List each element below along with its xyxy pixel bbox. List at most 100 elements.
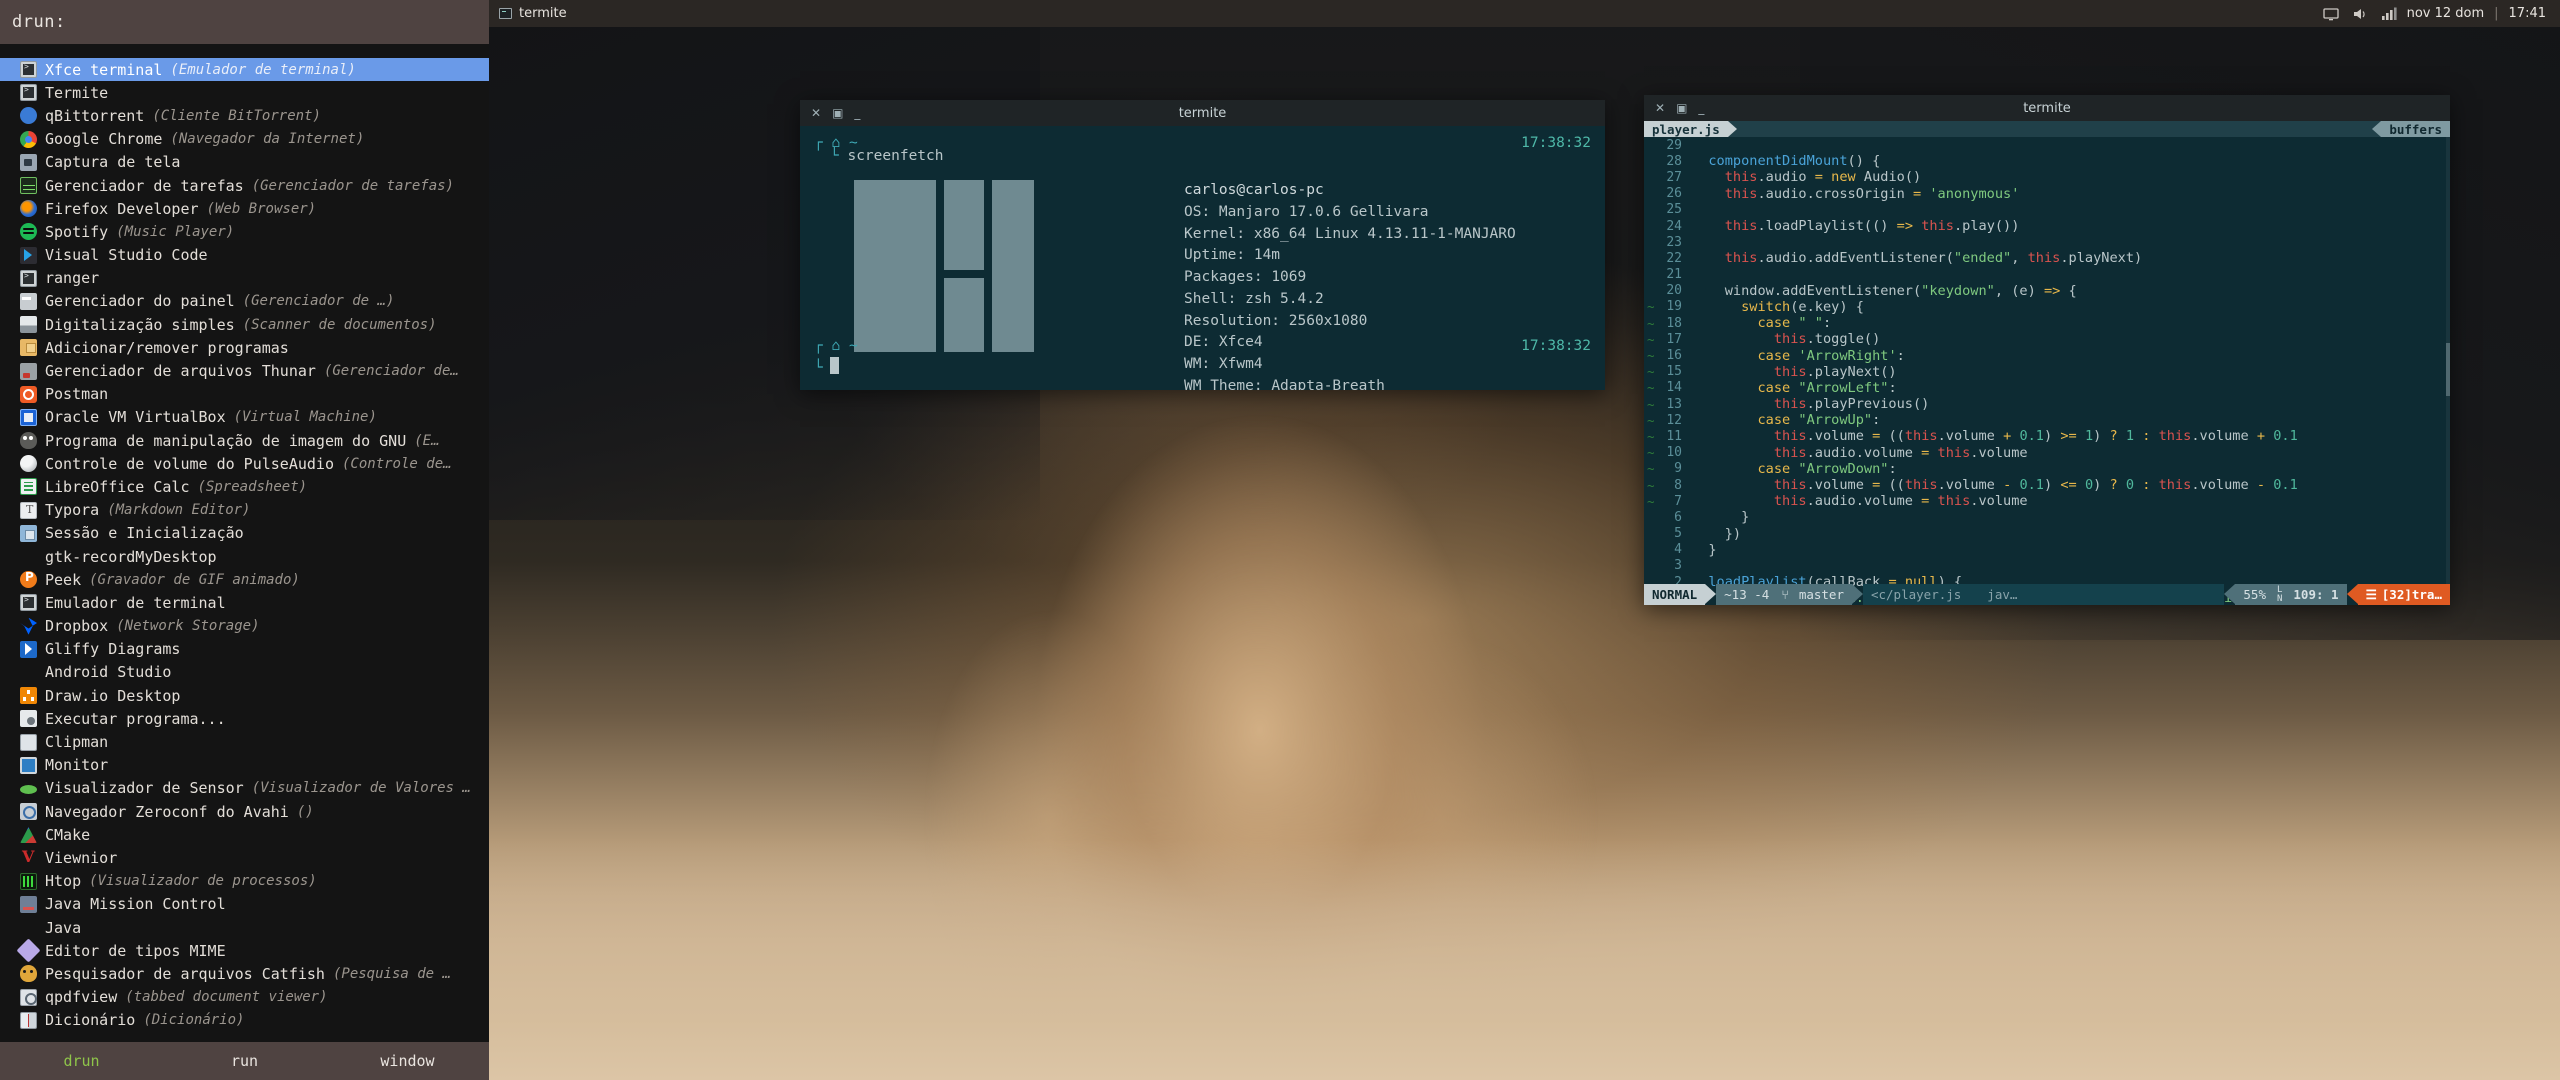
code-line[interactable]: ~11 this.volume = ((this.volume + 0.1) >… bbox=[1644, 428, 2450, 444]
volume-icon[interactable] bbox=[2352, 6, 2368, 22]
rofi-result-list[interactable]: Xfce terminal (Emulador de terminal) Termi… bbox=[0, 44, 489, 1042]
code-line[interactable]: ~13 this.playPrevious() bbox=[1644, 396, 2450, 412]
code-line[interactable]: 29 bbox=[1644, 137, 2450, 153]
minimize-icon[interactable]: _ bbox=[1698, 102, 1704, 114]
rofi-item[interactable]: Programa de manipulação de imagem do GNU… bbox=[0, 429, 489, 452]
code-line[interactable]: ~18 case " ": bbox=[1644, 315, 2450, 331]
rofi-item[interactable]: Draw.io Desktop bbox=[0, 684, 489, 707]
code-line[interactable]: 3 bbox=[1644, 558, 2450, 574]
code-line[interactable]: 27 this.audio = new Audio() bbox=[1644, 169, 2450, 185]
rofi-item[interactable]: Controle de volume do PulseAudio (Control… bbox=[0, 452, 489, 475]
rofi-item[interactable]: Gliffy Diagrams bbox=[0, 638, 489, 661]
code-line[interactable]: 24 this.loadPlaylist(() => this.play()) bbox=[1644, 218, 2450, 234]
rofi-item[interactable]: Termite bbox=[0, 81, 489, 104]
code-line[interactable]: ~14 case "ArrowLeft": bbox=[1644, 380, 2450, 396]
rofi-item[interactable]: CMake bbox=[0, 823, 489, 846]
buffers-label[interactable]: buffers bbox=[2381, 121, 2450, 137]
maximize-icon[interactable]: ▣ bbox=[1676, 102, 1687, 114]
rofi-item[interactable]: Gerenciador do painel (Gerenciador de …) bbox=[0, 290, 489, 313]
display-icon[interactable] bbox=[2322, 6, 2339, 22]
window-controls[interactable]: ✕ ▣ _ bbox=[800, 107, 860, 119]
rofi-item[interactable]: Peek (Gravador de GIF animado) bbox=[0, 568, 489, 591]
rofi-item[interactable]: Gerenciador de arquivos Thunar (Gerenciad… bbox=[0, 359, 489, 382]
termite-neovim-window[interactable]: ✕ ▣ _ termite player.js buffers 29 28 com… bbox=[1644, 95, 2450, 605]
rofi-item[interactable]: Viewnior bbox=[0, 846, 489, 869]
rofi-item[interactable]: Typora (Markdown Editor) bbox=[0, 499, 489, 522]
rofi-item[interactable]: Sessão e Inicialização bbox=[0, 522, 489, 545]
code-line[interactable]: ~12 case "ArrowUp": bbox=[1644, 412, 2450, 428]
rofi-item[interactable]: Dicionário (Dicionário) bbox=[0, 1009, 489, 1032]
rofi-item[interactable]: Monitor bbox=[0, 754, 489, 777]
code-line[interactable]: ~9 case "ArrowDown": bbox=[1644, 461, 2450, 477]
editor-scrollbar[interactable] bbox=[2446, 137, 2450, 584]
rofi-item[interactable]: Android Studio bbox=[0, 661, 489, 684]
code-area[interactable]: 29 28 componentDidMount() {27 this.audio … bbox=[1644, 137, 2450, 605]
rofi-item[interactable]: Executar programa... bbox=[0, 707, 489, 730]
taskbar-item-termite[interactable]: termite bbox=[489, 0, 577, 27]
close-icon[interactable]: ✕ bbox=[1655, 102, 1665, 114]
code-line[interactable]: ~7 this.audio.volume = this.volume bbox=[1644, 493, 2450, 509]
panel-clock[interactable]: nov 12 dom | 17:41 bbox=[2407, 6, 2560, 21]
window-titlebar[interactable]: ✕ ▣ _ termite bbox=[1644, 95, 2450, 121]
rofi-item-description: (Cliente BitTorrent) bbox=[152, 107, 321, 124]
code-line[interactable]: 25 bbox=[1644, 202, 2450, 218]
rofi-item[interactable]: Digitalização simples (Scanner de documen… bbox=[0, 313, 489, 336]
rofi-item[interactable]: Visual Studio Code bbox=[0, 244, 489, 267]
network-icon[interactable] bbox=[2381, 6, 2397, 22]
terminal-content[interactable]: ┌ ⌂ ~ 17:38:32 └ screenfetch carlos@carl… bbox=[800, 126, 1605, 390]
code-line[interactable]: 4 } bbox=[1644, 542, 2450, 558]
rofi-search-input[interactable]: drun: bbox=[0, 0, 489, 44]
rofi-mode-window[interactable]: window bbox=[326, 1052, 489, 1070]
termite-screenfetch-window[interactable]: ✕ ▣ _ termite ┌ ⌂ ~ 17:38:32 └ screenfet… bbox=[800, 100, 1605, 390]
rofi-item[interactable]: Captura de tela bbox=[0, 151, 489, 174]
rofi-item[interactable]: Firefox Developer (Web Browser) bbox=[0, 197, 489, 220]
rofi-item[interactable]: Xfce terminal (Emulador de terminal) bbox=[0, 58, 489, 82]
tab-player-js[interactable]: player.js bbox=[1644, 121, 1728, 137]
rofi-item[interactable]: Navegador Zeroconf do Avahi () bbox=[0, 800, 489, 823]
rofi-item[interactable]: qpdfview (tabbed document viewer) bbox=[0, 986, 489, 1009]
code-line[interactable]: 6 } bbox=[1644, 509, 2450, 525]
editor-content[interactable]: player.js buffers 29 28 componentDidMount… bbox=[1644, 121, 2450, 605]
code-line[interactable]: ~19 switch(e.key) { bbox=[1644, 299, 2450, 315]
rofi-item[interactable]: Editor de tipos MIME bbox=[0, 938, 489, 963]
minimize-icon[interactable]: _ bbox=[854, 107, 860, 119]
rofi-item[interactable]: gtk-recordMyDesktop bbox=[0, 545, 489, 568]
rofi-item[interactable]: Pesquisador de arquivos Catfish (Pesquisa… bbox=[0, 962, 489, 985]
rofi-item[interactable]: ranger bbox=[0, 267, 489, 290]
rofi-mode-run[interactable]: run bbox=[163, 1052, 326, 1070]
window-titlebar[interactable]: ✕ ▣ _ termite bbox=[800, 100, 1605, 126]
rofi-item[interactable]: qBittorrent (Cliente BitTorrent) bbox=[0, 104, 489, 127]
code-line[interactable]: ~8 this.volume = ((this.volume - 0.1) <=… bbox=[1644, 477, 2450, 493]
rofi-item[interactable]: Htop (Visualizador de processos) bbox=[0, 870, 489, 893]
code-line[interactable]: 20 window.addEventListener("keydown", (e… bbox=[1644, 283, 2450, 299]
rofi-item[interactable]: Gerenciador de tarefas (Gerenciador de ta… bbox=[0, 174, 489, 197]
code-line[interactable]: 22 this.audio.addEventListener("ended", … bbox=[1644, 250, 2450, 266]
code-line[interactable]: ~17 this.toggle() bbox=[1644, 331, 2450, 347]
maximize-icon[interactable]: ▣ bbox=[832, 107, 843, 119]
code-line[interactable]: ~15 this.playNext() bbox=[1644, 364, 2450, 380]
rofi-item[interactable]: LibreOffice Calc (Spreadsheet) bbox=[0, 475, 489, 498]
close-icon[interactable]: ✕ bbox=[811, 107, 821, 119]
rofi-item[interactable]: Postman bbox=[0, 383, 489, 406]
code-line[interactable]: 5 }) bbox=[1644, 526, 2450, 542]
rofi-mode-drun[interactable]: drun bbox=[0, 1052, 163, 1070]
code-line[interactable]: ~16 case 'ArrowRight': bbox=[1644, 347, 2450, 364]
rofi-item[interactable]: Java Mission Control bbox=[0, 893, 489, 916]
code-line[interactable]: 28 componentDidMount() { bbox=[1644, 153, 2450, 169]
code-line[interactable]: 23 bbox=[1644, 234, 2450, 250]
rofi-item[interactable]: Adicionar/remover programas bbox=[0, 336, 489, 359]
rofi-item[interactable]: Java bbox=[0, 916, 489, 939]
code-line[interactable]: 26 this.audio.crossOrigin = 'anonymous' bbox=[1644, 186, 2450, 202]
rofi-item[interactable]: Oracle VM VirtualBox (Virtual Machine) bbox=[0, 406, 489, 429]
editor-tabline[interactable]: player.js buffers bbox=[1644, 121, 2450, 137]
rofi-item[interactable]: Emulador de terminal bbox=[0, 591, 489, 614]
code-line[interactable]: ~10 this.audio.volume = this.volume bbox=[1644, 445, 2450, 461]
rofi-item[interactable]: Visualizador de Sensor (Visualizador de V… bbox=[0, 777, 489, 800]
rofi-item[interactable]: Spotify (Music Player) bbox=[0, 220, 489, 243]
rofi-item[interactable]: Dropbox (Network Storage) bbox=[0, 615, 489, 638]
window-controls[interactable]: ✕ ▣ _ bbox=[1644, 102, 1704, 114]
rofi-mode-switcher[interactable]: drun run window bbox=[0, 1042, 489, 1080]
rofi-item[interactable]: Google Chrome (Navegador da Internet) bbox=[0, 128, 489, 151]
rofi-item[interactable]: Clipman bbox=[0, 730, 489, 753]
code-line[interactable]: 21 bbox=[1644, 267, 2450, 283]
